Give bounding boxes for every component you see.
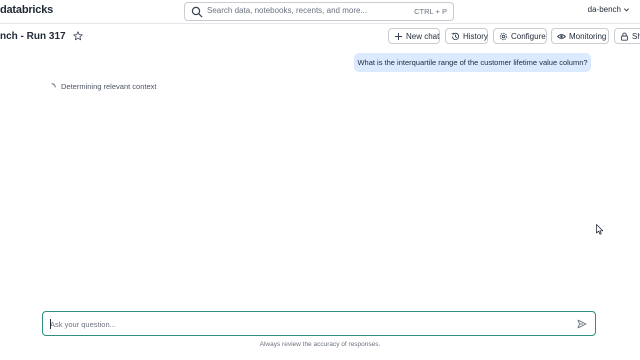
monitoring-label: Monitoring [569,31,607,41]
star-icon[interactable] [73,31,83,41]
disclaimer-text: Always review the accuracy of responses. [259,341,381,348]
eye-icon [557,33,566,39]
page-header: nch - Run 317 New chat History Configure… [0,27,640,47]
spinner-icon [51,82,56,87]
configure-button[interactable]: Configure [493,28,547,44]
global-search[interactable]: Search data, notebooks, recents, and mor… [184,2,454,21]
share-button[interactable]: Sha [614,28,640,44]
configure-label: Configure [511,31,546,41]
question-input[interactable] [50,317,570,331]
search-icon [191,6,203,18]
status-text: Determining relevant context [61,82,157,91]
user-name: da-bench [587,5,621,14]
monitoring-button[interactable]: Monitoring [551,28,609,44]
search-placeholder: Search data, notebooks, recents, and mor… [207,6,368,15]
databricks-logo[interactable]: databricks [0,4,53,16]
search-shortcut: CTRL + P [414,6,447,16]
assistant-status: Determining relevant context [48,82,156,91]
send-icon[interactable] [577,319,587,329]
history-button[interactable]: History [445,28,488,44]
lock-icon [621,32,628,41]
new-chat-button[interactable]: New chat [388,28,440,44]
chevron-down-icon [623,8,630,12]
share-label: Sha [632,31,640,41]
mouse-cursor-icon [596,224,604,235]
text-caret [50,319,51,329]
plus-icon [395,32,402,40]
question-composer [42,311,596,336]
user-message-bubble: What is the interquartile range of the c… [354,53,591,72]
top-bar: databricks Search data, notebooks, recen… [0,0,640,24]
history-label: History [463,31,488,41]
page-title: nch - Run 317 [0,31,66,42]
user-menu[interactable]: da-bench [588,5,630,14]
history-icon [451,32,460,40]
gear-icon [499,32,508,40]
new-chat-label: New chat [406,31,440,41]
